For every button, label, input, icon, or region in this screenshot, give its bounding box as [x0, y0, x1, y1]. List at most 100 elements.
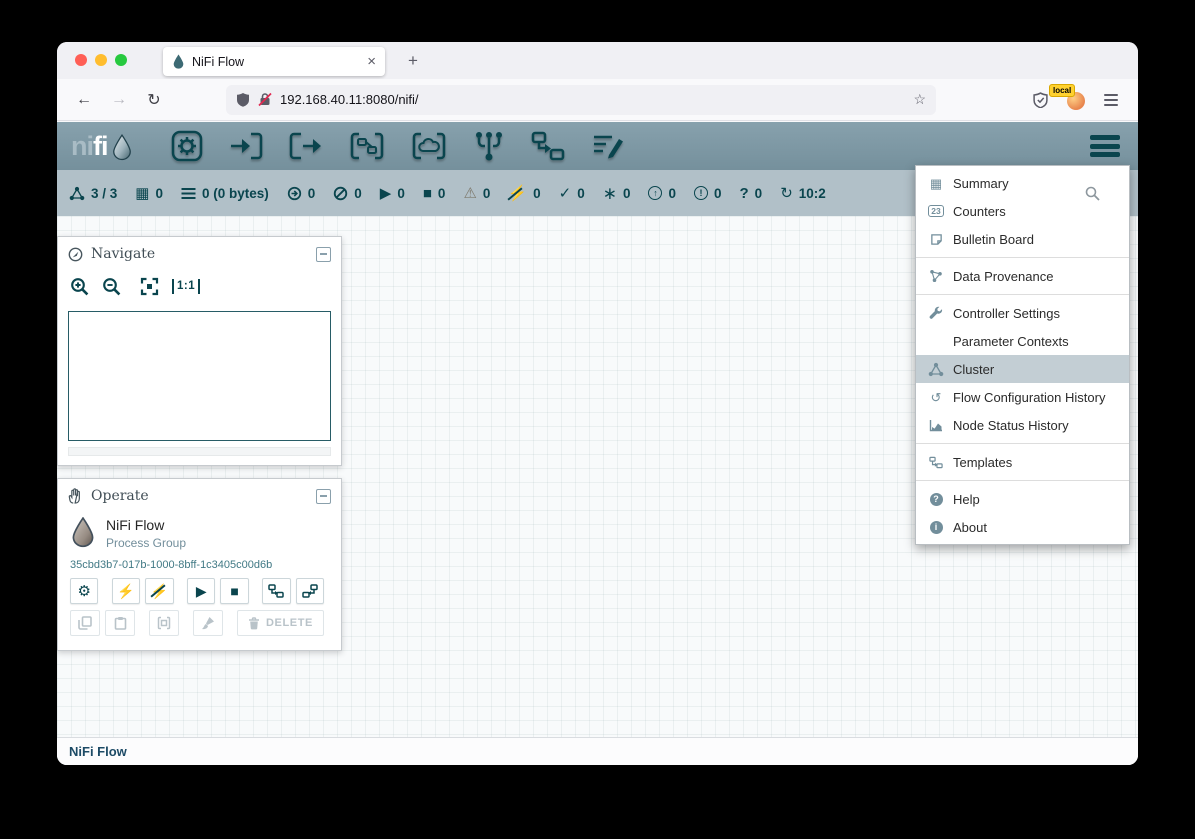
- menu-item-label: About: [953, 520, 987, 535]
- zoom-fit-button[interactable]: [140, 277, 159, 296]
- browser-toolbar: ← → ↻ 192.168.40.11:8080/nifi/ ☆ local: [57, 79, 1138, 121]
- template-icon: [926, 456, 946, 469]
- active-threads-status: ▦0: [135, 186, 163, 201]
- zoom-window-button[interactable]: [115, 54, 127, 66]
- zoom-out-button[interactable]: [102, 277, 121, 296]
- forward-button[interactable]: →: [106, 87, 132, 113]
- menu-item-templates[interactable]: Templates: [916, 448, 1129, 476]
- operate-panel: Operate NiFi Flow Process Group 35cbd3b7…: [57, 478, 342, 651]
- menu-item-cluster[interactable]: Cluster: [916, 355, 1129, 383]
- processor-icon[interactable]: [171, 130, 203, 162]
- locally-modified-stale-versioned-count: 0: [714, 186, 722, 201]
- close-window-button[interactable]: [75, 54, 87, 66]
- breadcrumb-bar: NiFi Flow: [57, 737, 1138, 765]
- start-button[interactable]: ▶: [187, 578, 215, 604]
- process-group-icon[interactable]: [349, 131, 385, 161]
- label-icon[interactable]: [591, 131, 625, 161]
- new-tab-button[interactable]: +: [401, 49, 425, 73]
- chart-icon: [926, 419, 946, 432]
- privacy-shield-icon[interactable]: [1033, 92, 1048, 108]
- up-to-date-versioned-count: 0: [577, 186, 585, 201]
- zoom-actual-size-button[interactable]: 1:1: [172, 279, 200, 294]
- menu-item-label: Node Status History: [953, 418, 1069, 433]
- about-icon: i: [926, 521, 946, 534]
- breadcrumb[interactable]: NiFi Flow: [69, 744, 127, 759]
- collapse-navigate-button[interactable]: [316, 247, 331, 262]
- last-refresh-time: 10:2: [799, 186, 826, 201]
- url-bar[interactable]: 192.168.40.11:8080/nifi/ ☆: [226, 85, 936, 115]
- up-to-date-versioned-status: ✓0: [559, 186, 585, 201]
- browser-tab[interactable]: NiFi Flow ×: [163, 47, 385, 76]
- navigate-toolbar: 1:1: [58, 271, 341, 300]
- configure-button[interactable]: ⚙: [70, 578, 98, 604]
- stopped-components-status: ■0: [423, 186, 446, 201]
- navigate-compass-icon: [68, 247, 83, 262]
- minimize-window-button[interactable]: [95, 54, 107, 66]
- operate-selection-names: NiFi Flow Process Group: [106, 517, 186, 550]
- stop-button[interactable]: ■: [220, 578, 248, 604]
- menu-item-flow-configuration-history[interactable]: ↺Flow Configuration History: [916, 383, 1129, 411]
- menu-item-label: Parameter Contexts: [953, 334, 1069, 349]
- queued-status: 0 (0 bytes): [181, 186, 269, 201]
- browser-menu-button[interactable]: [1102, 87, 1120, 113]
- template-icon[interactable]: [531, 131, 565, 161]
- locally-modified-stale-versioned-status: !0: [694, 186, 722, 201]
- toolbar-right-group: local: [1033, 87, 1124, 113]
- menu-divider: [916, 480, 1129, 481]
- search-icon[interactable]: [1085, 186, 1100, 206]
- up-to-date-icon: ✓: [559, 186, 572, 201]
- stale-versioned-status: ↑0: [648, 186, 676, 201]
- global-menu-button[interactable]: [1086, 130, 1124, 163]
- menu-item-controller-settings[interactable]: Controller Settings: [916, 299, 1129, 327]
- status-items: ▦00 (0 bytes)00▶0■0⚠0⚡0✓0∗0↑0!0?0: [135, 185, 762, 202]
- nifi-app: nifi 3 / 3 ▦00 (0 bytes)00▶0■0⚠0⚡0✓0∗0↑0…: [57, 122, 1138, 765]
- input-port-icon[interactable]: [229, 131, 263, 161]
- play-icon: ▶: [196, 583, 207, 600]
- collapse-operate-button[interactable]: [316, 489, 331, 504]
- zoom-in-button[interactable]: [70, 277, 89, 296]
- browser-window: NiFi Flow × + ← → ↻ 192.168.40.11:8080/n…: [57, 42, 1138, 765]
- create-template-button[interactable]: [262, 578, 290, 604]
- disable-button[interactable]: ⚡: [145, 578, 173, 604]
- birdseye-minimap[interactable]: [68, 311, 331, 441]
- reload-button[interactable]: ↻: [141, 87, 167, 113]
- menu-item-help[interactable]: ?Help: [916, 485, 1129, 513]
- menu-item-label: Controller Settings: [953, 306, 1060, 321]
- remote-process-group-icon[interactable]: [411, 131, 447, 161]
- output-port-icon[interactable]: [289, 131, 323, 161]
- funnel-icon[interactable]: [473, 130, 505, 162]
- copy-icon: [78, 616, 92, 630]
- back-button[interactable]: ←: [71, 87, 97, 113]
- refresh-icon[interactable]: ↻: [780, 186, 793, 201]
- insecure-lock-icon[interactable]: [258, 92, 272, 107]
- profile-avatar[interactable]: local: [1064, 89, 1086, 111]
- paste-icon: [114, 616, 127, 630]
- bookmark-star-icon[interactable]: ☆: [913, 91, 926, 108]
- component-toolbar: [171, 130, 625, 162]
- not-transmitting-icon: [333, 186, 348, 201]
- stopped-components-count: 0: [438, 186, 446, 201]
- paste-button: [105, 610, 135, 636]
- menu-item-node-status-history[interactable]: Node Status History: [916, 411, 1129, 439]
- transmitting-remote-groups-status: 0: [287, 186, 316, 201]
- queued-icon: [181, 187, 196, 200]
- summary-icon: ▦: [926, 177, 946, 190]
- upload-template-button[interactable]: [296, 578, 324, 604]
- menu-item-about[interactable]: i About: [916, 513, 1129, 541]
- operate-panel-header: Operate: [58, 479, 341, 513]
- transmitting-remote-groups-count: 0: [308, 186, 316, 201]
- menu-divider: [916, 294, 1129, 295]
- menu-item-parameter-contexts[interactable]: Parameter Contexts: [916, 327, 1129, 355]
- refresh-status[interactable]: ↻ 10:2: [780, 186, 826, 201]
- tab-close-icon[interactable]: ×: [367, 53, 376, 70]
- enable-button[interactable]: ⚡: [112, 578, 140, 604]
- invalid-icon: ⚠: [463, 186, 476, 201]
- not-transmitting-remote-groups-status: 0: [333, 186, 362, 201]
- selection-id: 35cbd3b7-017b-1000-8bff-1c3405c00d6b: [58, 550, 341, 578]
- menu-divider: [916, 443, 1129, 444]
- menu-item-label: Counters: [953, 204, 1006, 219]
- menu-item-data-provenance[interactable]: Data Provenance: [916, 262, 1129, 290]
- menu-item-bulletin-board[interactable]: Bulletin Board: [916, 225, 1129, 253]
- not-transmitting-remote-groups-count: 0: [354, 186, 362, 201]
- tracking-protection-shield-icon[interactable]: [236, 92, 250, 107]
